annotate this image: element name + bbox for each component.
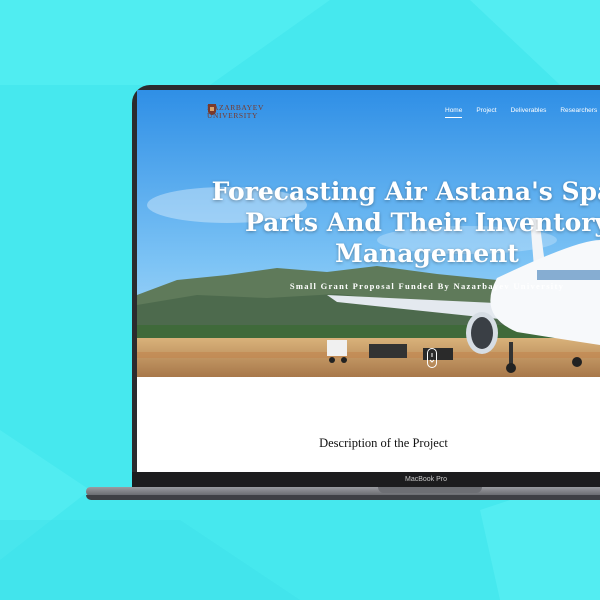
- laptop-screen: Nazarbayev University Home Project Deliv…: [137, 90, 600, 472]
- section-title: Description of the Project: [137, 436, 600, 451]
- laptop-bezel: [132, 472, 600, 488]
- nav-project[interactable]: Project: [476, 107, 496, 118]
- nav-researchers[interactable]: Researchers: [560, 107, 597, 118]
- nav-home[interactable]: Home: [445, 107, 463, 118]
- section-title-text: Description of the Project: [319, 436, 448, 450]
- university-crest-icon: [208, 104, 216, 115]
- model-label: MacBook Pro: [405, 476, 448, 483]
- laptop-notch: [378, 487, 482, 493]
- nav-deliverables[interactable]: Deliverables: [511, 107, 547, 118]
- hero-subtitle: Small Grant Proposal Funded By Nazarbaye…: [289, 281, 565, 291]
- main-nav: Home Project Deliverables Researchers: [445, 107, 600, 118]
- university-logo[interactable]: Nazarbayev University: [207, 104, 264, 120]
- laptop-base-lip: [86, 495, 600, 500]
- hero-section: Nazarbayev University Home Project Deliv…: [137, 90, 600, 377]
- hero-title: Forecasting Air Astana's Spare Parts And…: [211, 177, 600, 268]
- scroll-arrow-icon: [429, 353, 435, 363]
- scroll-mouse-icon[interactable]: [427, 348, 437, 368]
